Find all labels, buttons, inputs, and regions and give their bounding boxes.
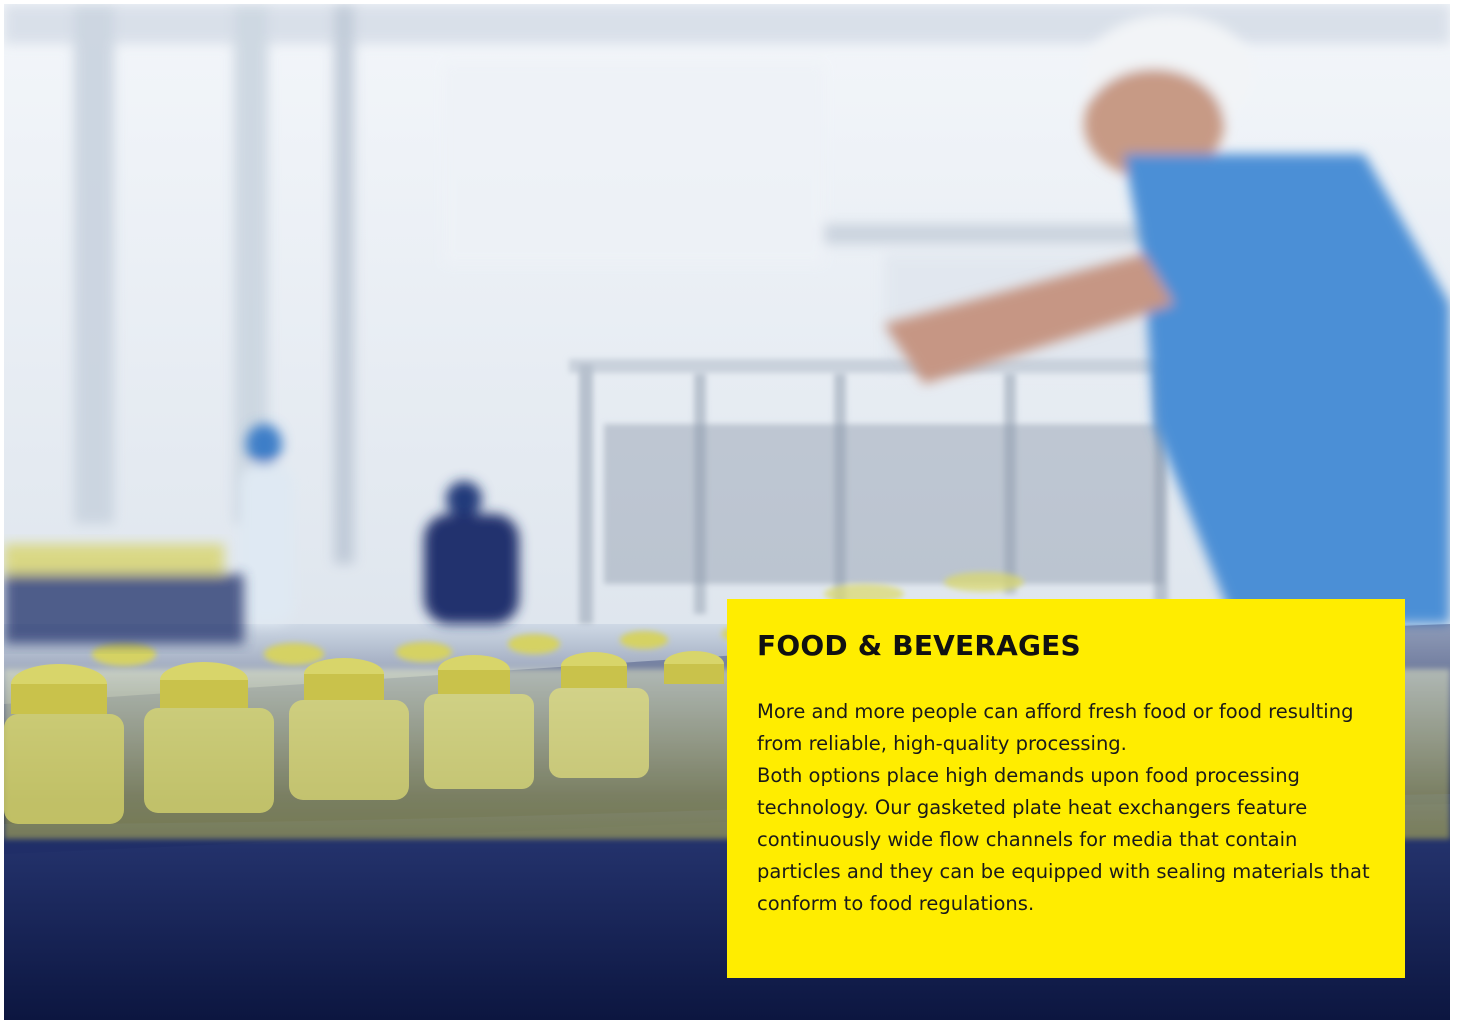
hero-section: FOOD & BEVERAGES More and more people ca… bbox=[4, 4, 1450, 1020]
card-paragraph-2: Both options place high demands upon foo… bbox=[757, 764, 1370, 915]
card-paragraph-1: More and more people can afford fresh fo… bbox=[757, 700, 1354, 755]
card-title: FOOD & BEVERAGES bbox=[757, 629, 1081, 662]
info-card: FOOD & BEVERAGES More and more people ca… bbox=[727, 599, 1405, 978]
card-description: More and more people can afford fresh fo… bbox=[757, 696, 1375, 920]
